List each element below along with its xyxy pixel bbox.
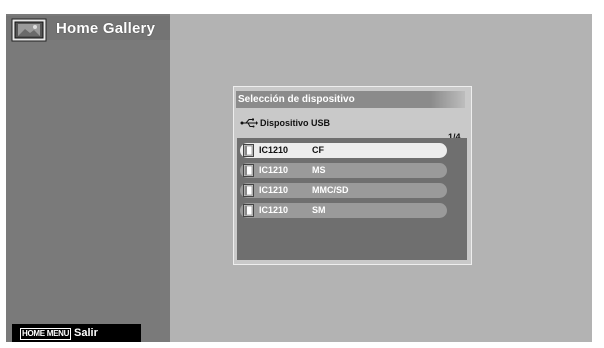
device-name: IC1210 xyxy=(259,185,289,195)
device-item-mmc-sd[interactable]: IC1210 MMC/SD xyxy=(240,183,447,198)
usb-icon xyxy=(240,118,258,128)
device-slot: MMC/SD xyxy=(312,185,349,195)
device-item-ms[interactable]: IC1210 MS xyxy=(240,163,447,178)
home-menu-key[interactable]: HOME MENU xyxy=(20,328,72,340)
device-item-cf[interactable]: IC1210 CF xyxy=(240,143,447,158)
dialog-title: Selección de dispositivo xyxy=(238,94,355,105)
memory-card-icon xyxy=(243,184,254,197)
device-slot: SM xyxy=(312,205,326,215)
usb-source-label: Dispositivo USB xyxy=(260,118,331,128)
exit-label[interactable]: Salir xyxy=(74,327,98,339)
device-slot: CF xyxy=(312,145,324,155)
app-title: Home Gallery xyxy=(56,20,156,37)
sidebar xyxy=(6,14,170,342)
device-name: IC1210 xyxy=(259,145,289,155)
memory-card-icon xyxy=(243,144,254,157)
device-name: IC1210 xyxy=(259,205,289,215)
memory-card-icon xyxy=(243,164,254,177)
device-slot: MS xyxy=(312,165,326,175)
photo-frame-icon xyxy=(11,18,47,42)
device-name: IC1210 xyxy=(259,165,289,175)
device-item-sm[interactable]: IC1210 SM xyxy=(240,203,447,218)
memory-card-icon xyxy=(243,204,254,217)
